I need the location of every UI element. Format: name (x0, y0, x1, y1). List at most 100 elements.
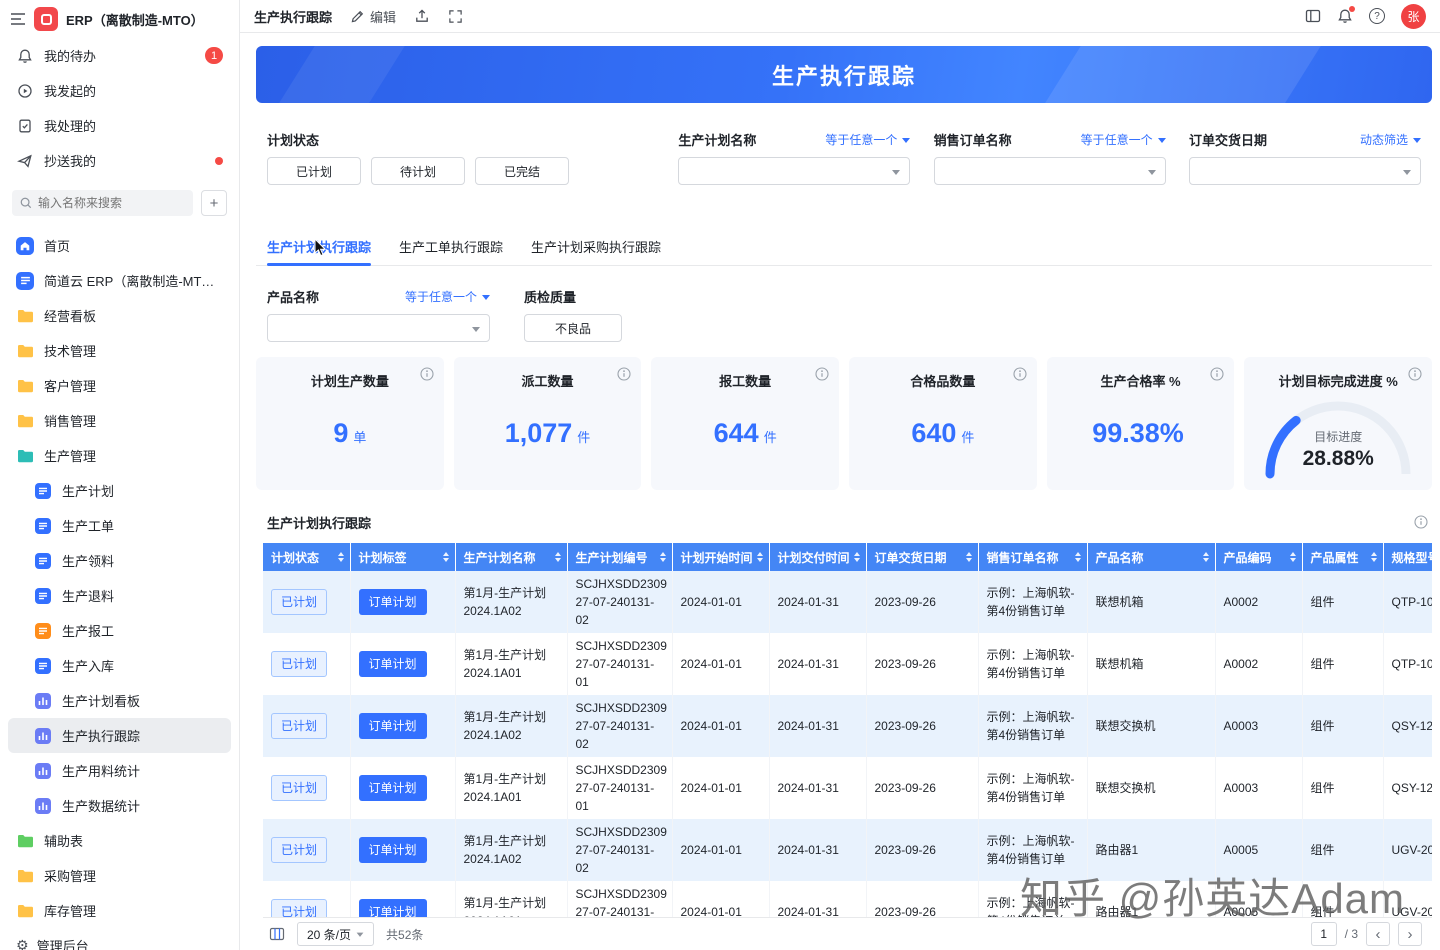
column-header[interactable]: 产品编码 (1215, 543, 1302, 571)
sidebar-folder-dashboard[interactable]: 经营看板 (8, 298, 231, 333)
column-header[interactable]: 规格型号 (1383, 543, 1432, 571)
info-icon[interactable] (1414, 515, 1428, 529)
operator-dropdown[interactable]: 等于任意一个 (1081, 131, 1166, 148)
sidebar-item-production-plan[interactable]: 生产计划 (8, 473, 231, 508)
column-header[interactable]: 销售订单名称 (978, 543, 1087, 571)
info-icon[interactable] (1210, 367, 1224, 381)
column-header[interactable]: 计划交付时间 (769, 543, 866, 571)
sidebar-item-workspace[interactable]: 简道云 ERP（离散制造-MTO）... (8, 263, 231, 298)
info-icon[interactable] (1408, 367, 1422, 381)
next-page-button[interactable]: › (1398, 922, 1422, 946)
info-icon[interactable] (815, 367, 829, 381)
sidebar-admin[interactable]: ⚙ 管理后台 (16, 936, 89, 950)
operator-dropdown[interactable]: 等于任意一个 (405, 288, 490, 305)
fullscreen-icon[interactable] (448, 9, 463, 24)
sidebar-item-execution-tracking[interactable]: 生产执行跟踪 (8, 718, 231, 753)
sidebar-item-material-stats[interactable]: 生产用料统计 (8, 753, 231, 788)
order-plan-tag-button[interactable]: 订单计划 (359, 899, 427, 917)
column-header[interactable]: 计划标签 (350, 543, 455, 571)
sidebar-item-initiated[interactable]: 我发起的 (8, 73, 231, 108)
sidebar-folder-aux[interactable]: 辅助表 (8, 823, 231, 858)
order-plan-tag-button[interactable]: 订单计划 (359, 713, 427, 739)
table-row[interactable]: 已计划 订单计划 第1月-生产计划 2024.1A02 SCJHXSDD2309… (263, 819, 1432, 881)
sort-icon[interactable] (757, 552, 763, 562)
sidebar-item-cc[interactable]: 抄送我的 (8, 143, 231, 178)
sidebar-item-plan-board[interactable]: 生产计划看板 (8, 683, 231, 718)
current-page-input[interactable]: 1 (1311, 922, 1337, 946)
table-row[interactable]: 已计划 订单计划 第1月-生产计划 2024.1A01 SCJHXSDD2309… (263, 757, 1432, 819)
add-button[interactable]: + (201, 190, 227, 216)
sales-order-select[interactable] (934, 157, 1166, 185)
tab[interactable]: 生产工单执行跟踪 (399, 231, 503, 265)
plan-name-select[interactable] (678, 157, 910, 185)
column-header[interactable]: 生产计划编号 (567, 543, 672, 571)
table-row[interactable]: 已计划 订单计划 第1月-生产计划 2024.1A02 SCJHXSDD2309… (263, 695, 1432, 757)
order-plan-tag-button[interactable]: 订单计划 (359, 775, 427, 801)
sidebar-item-work-order[interactable]: 生产工单 (8, 508, 231, 543)
sort-icon[interactable] (555, 552, 561, 562)
order-plan-tag-button[interactable]: 订单计划 (359, 651, 427, 677)
sidebar-item-processed[interactable]: 我处理的 (8, 108, 231, 143)
sort-icon[interactable] (1203, 552, 1209, 562)
info-icon[interactable] (420, 367, 434, 381)
column-header[interactable]: 生产计划名称 (455, 543, 567, 571)
info-icon[interactable] (1013, 367, 1027, 381)
cell-product-code: A0003 (1224, 719, 1259, 733)
panel-toggle-icon[interactable] (1305, 8, 1321, 24)
table-row[interactable]: 已计划 订单计划 第1月-生产计划 2024.1A01 SCJHXSDD2309… (263, 881, 1432, 917)
sort-icon[interactable] (338, 552, 344, 562)
sidebar-item-material-return[interactable]: 生产退料 (8, 578, 231, 613)
avatar[interactable]: 张 (1401, 4, 1426, 29)
sort-icon[interactable] (966, 552, 972, 562)
product-name-select[interactable] (267, 314, 490, 342)
menu-toggle-icon[interactable] (10, 12, 26, 26)
table-view-icon[interactable] (269, 926, 285, 942)
sidebar-folder-customer[interactable]: 客户管理 (8, 368, 231, 403)
column-header[interactable]: 计划开始时间 (672, 543, 769, 571)
sort-icon[interactable] (1371, 552, 1377, 562)
operator-dropdown[interactable]: 动态筛选 (1360, 131, 1421, 148)
table-row[interactable]: 已计划 订单计划 第1月-生产计划 2024.1A02 SCJHXSDD2309… (263, 571, 1432, 633)
sidebar-item-data-stats[interactable]: 生产数据统计 (8, 788, 231, 823)
info-icon[interactable] (617, 367, 631, 381)
prev-page-button[interactable]: ‹ (1366, 922, 1390, 946)
sidebar-folder-sales[interactable]: 销售管理 (8, 403, 231, 438)
sidebar-folder-inventory[interactable]: 库存管理 (8, 893, 231, 928)
plan-status-option-button[interactable]: 已计划 (267, 157, 361, 185)
table-viewport[interactable]: 计划状态 计划标签 生产计划名称 生产计划编号 (263, 543, 1432, 917)
tab[interactable]: 生产计划采购执行跟踪 (531, 231, 661, 265)
order-plan-tag-button[interactable]: 订单计划 (359, 589, 427, 615)
sidebar-item-todo[interactable]: 我的待办 1 (8, 38, 231, 73)
sort-icon[interactable] (1075, 552, 1081, 562)
page-size-select[interactable]: 20 条/页 (297, 922, 374, 946)
sidebar-item-work-report[interactable]: 生产报工 (8, 613, 231, 648)
share-icon[interactable] (414, 8, 430, 24)
plan-status-option-button[interactable]: 已完结 (475, 157, 569, 185)
sidebar-folder-purchase[interactable]: 采购管理 (8, 858, 231, 893)
app-logo[interactable] (34, 7, 58, 31)
column-header[interactable]: 订单交货日期 (866, 543, 978, 571)
sidebar-item-home[interactable]: 首页 (8, 228, 231, 263)
plan-status-option-button[interactable]: 待计划 (371, 157, 465, 185)
tab[interactable]: 生产计划执行跟踪 (267, 231, 371, 265)
operator-dropdown[interactable]: 等于任意一个 (825, 131, 910, 148)
help-icon[interactable]: ? (1369, 8, 1385, 24)
sort-icon[interactable] (660, 552, 666, 562)
sidebar-folder-tech[interactable]: 技术管理 (8, 333, 231, 368)
sidebar-folder-production[interactable]: 生产管理 (8, 438, 231, 473)
table-row[interactable]: 已计划 订单计划 第1月-生产计划 2024.1A01 SCJHXSDD2309… (263, 633, 1432, 695)
notification-bell-icon[interactable] (1337, 8, 1353, 24)
order-plan-tag-button[interactable]: 订单计划 (359, 837, 427, 863)
delivery-date-select[interactable] (1189, 157, 1421, 185)
edit-button[interactable]: 编辑 (350, 7, 396, 26)
column-header[interactable]: 产品属性 (1302, 543, 1383, 571)
sort-icon[interactable] (1290, 552, 1296, 562)
sort-icon[interactable] (854, 552, 860, 562)
column-header[interactable]: 计划状态 (263, 543, 350, 571)
sidebar-item-material-pick[interactable]: 生产领料 (8, 543, 231, 578)
quality-option-button[interactable]: 不良品 (524, 314, 622, 342)
search-input[interactable] (12, 190, 193, 216)
column-header[interactable]: 产品名称 (1087, 543, 1215, 571)
sidebar-item-warehouse-in[interactable]: 生产入库 (8, 648, 231, 683)
sort-icon[interactable] (443, 552, 449, 562)
